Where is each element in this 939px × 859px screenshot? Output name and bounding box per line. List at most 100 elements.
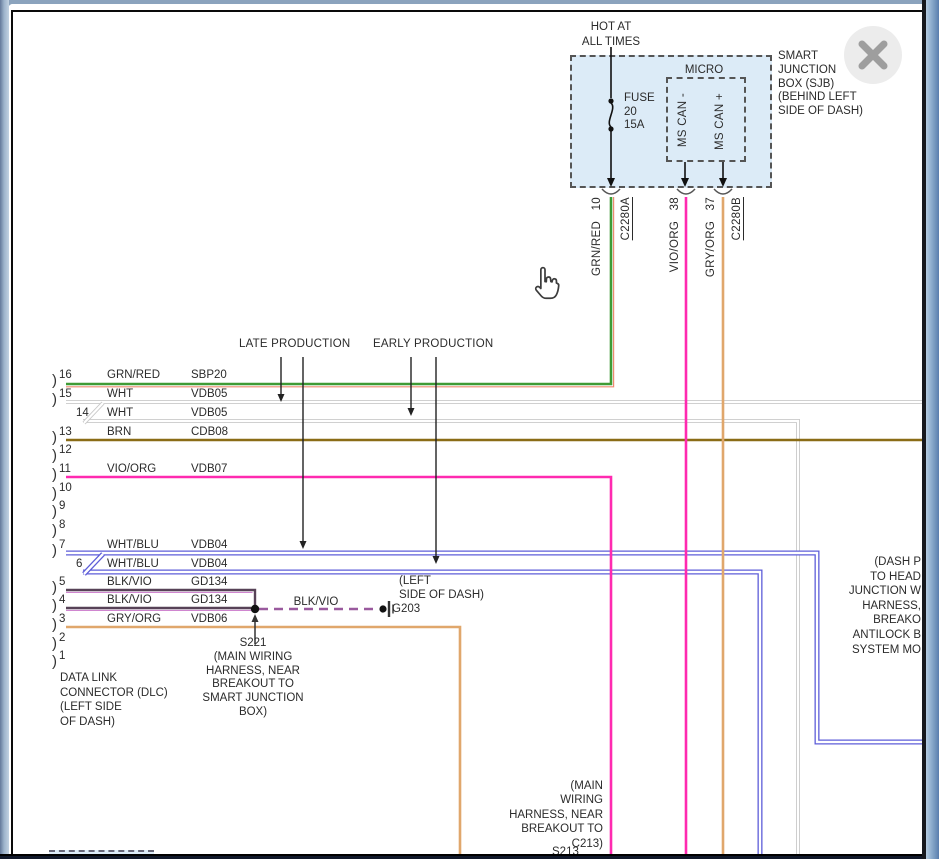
connector-label-c2280b[interactable]: C2280B <box>731 197 743 240</box>
dlc-pin-row-11: ) 11 VIO/ORG VDB07 <box>52 463 282 479</box>
dlc-pin-row-3: ) 3 GRY/ORG VDB06 <box>52 613 282 629</box>
pin-bracket: ) <box>52 503 57 520</box>
early-production-arrowhead-short <box>408 408 415 416</box>
pin-number: 12 <box>59 444 72 456</box>
wire-color: VIO/ORG <box>107 463 156 475</box>
hot-at-all-times-label: HOT AT ALL TIMES <box>575 20 647 49</box>
connector-arc-c2280a <box>602 189 620 194</box>
wire-color: GRN/RED <box>107 369 160 381</box>
pin-bracket: ) <box>52 542 57 559</box>
diagram-viewer: HOT AT ALL TIMES FUSE 20 15A MICRO SMART… <box>0 0 939 859</box>
pin-number: 4 <box>59 594 65 606</box>
early-production-arrowhead-long <box>433 556 440 564</box>
late-production-label: LATE PRODUCTION <box>239 337 350 351</box>
wire-color: WHT <box>107 407 133 419</box>
circuit-code: VDB07 <box>191 463 227 475</box>
window-frame-bottom <box>0 854 939 859</box>
dash-harness-callout: (DASH P TO HEAD JUNCTION W HARNESS, BREA… <box>780 555 921 657</box>
ms-can-minus-label: MS CAN - <box>677 93 689 147</box>
wire-color: BRN <box>107 426 131 438</box>
pin-number: 7 <box>59 539 65 551</box>
dlc-pin-row-10: ) 10 <box>52 482 282 498</box>
connector-arc-38 <box>677 189 695 194</box>
dlc-pin-row-6: 6 WHT/BLU VDB04 <box>52 558 282 574</box>
pin-number: 1 <box>59 650 65 662</box>
fuse-arrowhead <box>607 178 615 187</box>
dlc-pin-row-13: ) 13 BRN CDB08 <box>52 426 282 442</box>
pin-number: 13 <box>59 426 72 438</box>
pin-number: 10 <box>59 482 72 494</box>
ms-can-minus-arrowhead <box>681 178 689 187</box>
dlc-pin-row-7: ) 7 WHT/BLU VDB04 <box>52 539 282 555</box>
circuit-code: GD134 <box>191 594 227 606</box>
g203-label[interactable]: G203 <box>392 602 420 616</box>
micro-label: MICRO <box>666 63 742 77</box>
pin-bracket: ) <box>52 653 57 670</box>
pin-bracket: ) <box>52 616 57 633</box>
pin-number: 11 <box>59 463 71 475</box>
close-icon <box>844 26 902 84</box>
hand-cursor <box>527 264 563 304</box>
wire-color: WHT <box>107 388 133 400</box>
circuit-code: VDB04 <box>191 558 227 570</box>
dlc-pin-row-15: ) 15 WHT VDB05 <box>52 388 282 404</box>
wire-color: WHT/BLU <box>107 539 159 551</box>
ms-can-plus-label: MS CAN + <box>714 93 726 150</box>
pin-number: 5 <box>59 576 65 588</box>
dlc-caption: DATA LINK CONNECTOR (DLC) (LEFT SIDE OF … <box>60 671 168 729</box>
circuit-code: VDB05 <box>191 407 227 419</box>
fuse-element <box>609 103 612 127</box>
dlc-pin-row-12: ) 12 <box>52 444 282 460</box>
wire-color: BLK/VIO <box>107 594 152 606</box>
connector-arc-c2280b <box>714 189 732 194</box>
g203-location-label: (LEFT SIDE OF DASH) <box>399 574 484 602</box>
ground-g203-dot[interactable] <box>379 605 386 612</box>
circuit-code: SBP20 <box>191 369 227 381</box>
s221-callout[interactable]: S221 (MAIN WIRING HARNESS, NEAR BREAKOUT… <box>185 637 321 720</box>
circuit-code: CDB08 <box>191 426 228 438</box>
pin-bracket: ) <box>52 391 57 408</box>
c213-callout: (MAIN WIRING HARNESS, NEAR BREAKOUT TO C… <box>480 779 603 851</box>
wire-color: GRY/ORG <box>107 613 161 625</box>
wire-label-grnred-10: GRN/RED 10 <box>591 197 603 276</box>
pin-number: 16 <box>59 369 72 381</box>
pin-number: 8 <box>59 519 65 531</box>
wire-color: BLK/VIO <box>107 576 152 588</box>
dlc-pin-row-9: ) 9 <box>52 500 282 516</box>
dlc-pin-row-16: ) 16 GRN/RED SBP20 <box>52 369 282 385</box>
fuse-terminal-top <box>608 98 613 103</box>
connector-label-c2280a[interactable]: C2280A <box>620 197 632 240</box>
wire-color: WHT/BLU <box>107 558 159 570</box>
wire-label-vioorg-38: VIO/ORG 38 <box>669 197 681 272</box>
circuit-code: VDB06 <box>191 613 227 625</box>
circuit-code: GD134 <box>191 576 227 588</box>
blkvio-wire-label: BLK/VIO <box>288 595 344 609</box>
wire-label-gryorg-37: GRY/ORG 37 <box>705 197 717 277</box>
pin-bracket: ) <box>52 372 57 389</box>
fuse-terminal-bottom <box>608 126 613 131</box>
window-frame-right[interactable] <box>922 0 939 859</box>
pin-number: 3 <box>59 613 65 625</box>
fuse-label: FUSE 20 15A <box>624 92 655 133</box>
ms-can-plus-arrowhead <box>719 178 727 187</box>
pin-number: 14 <box>76 407 89 419</box>
early-production-label: EARLY PRODUCTION <box>373 337 493 351</box>
circuit-code: VDB04 <box>191 539 227 551</box>
dlc-pin-row-4: ) 4 BLK/VIO GD134 <box>52 594 282 610</box>
pin-bracket: ) <box>52 466 57 483</box>
window-frame-left <box>0 0 9 859</box>
pin-number: 15 <box>59 388 72 400</box>
late-production-arrowhead-long <box>300 541 307 549</box>
pin-number: 9 <box>59 500 65 512</box>
window-frame-top <box>0 0 939 4</box>
pin-bracket: ) <box>52 522 57 539</box>
pin-bracket: ) <box>52 447 57 464</box>
pin-bracket: ) <box>52 597 57 614</box>
dlc-pin-row-5: ) 5 BLK/VIO GD134 <box>52 576 282 592</box>
dlc-pin-row-8: ) 8 <box>52 519 282 535</box>
pin-number: 6 <box>76 558 82 570</box>
close-button[interactable] <box>844 26 902 84</box>
pin-number: 2 <box>59 632 65 644</box>
circuit-code: VDB05 <box>191 388 227 400</box>
dlc-pin-row-14: 14 WHT VDB05 <box>52 407 282 423</box>
